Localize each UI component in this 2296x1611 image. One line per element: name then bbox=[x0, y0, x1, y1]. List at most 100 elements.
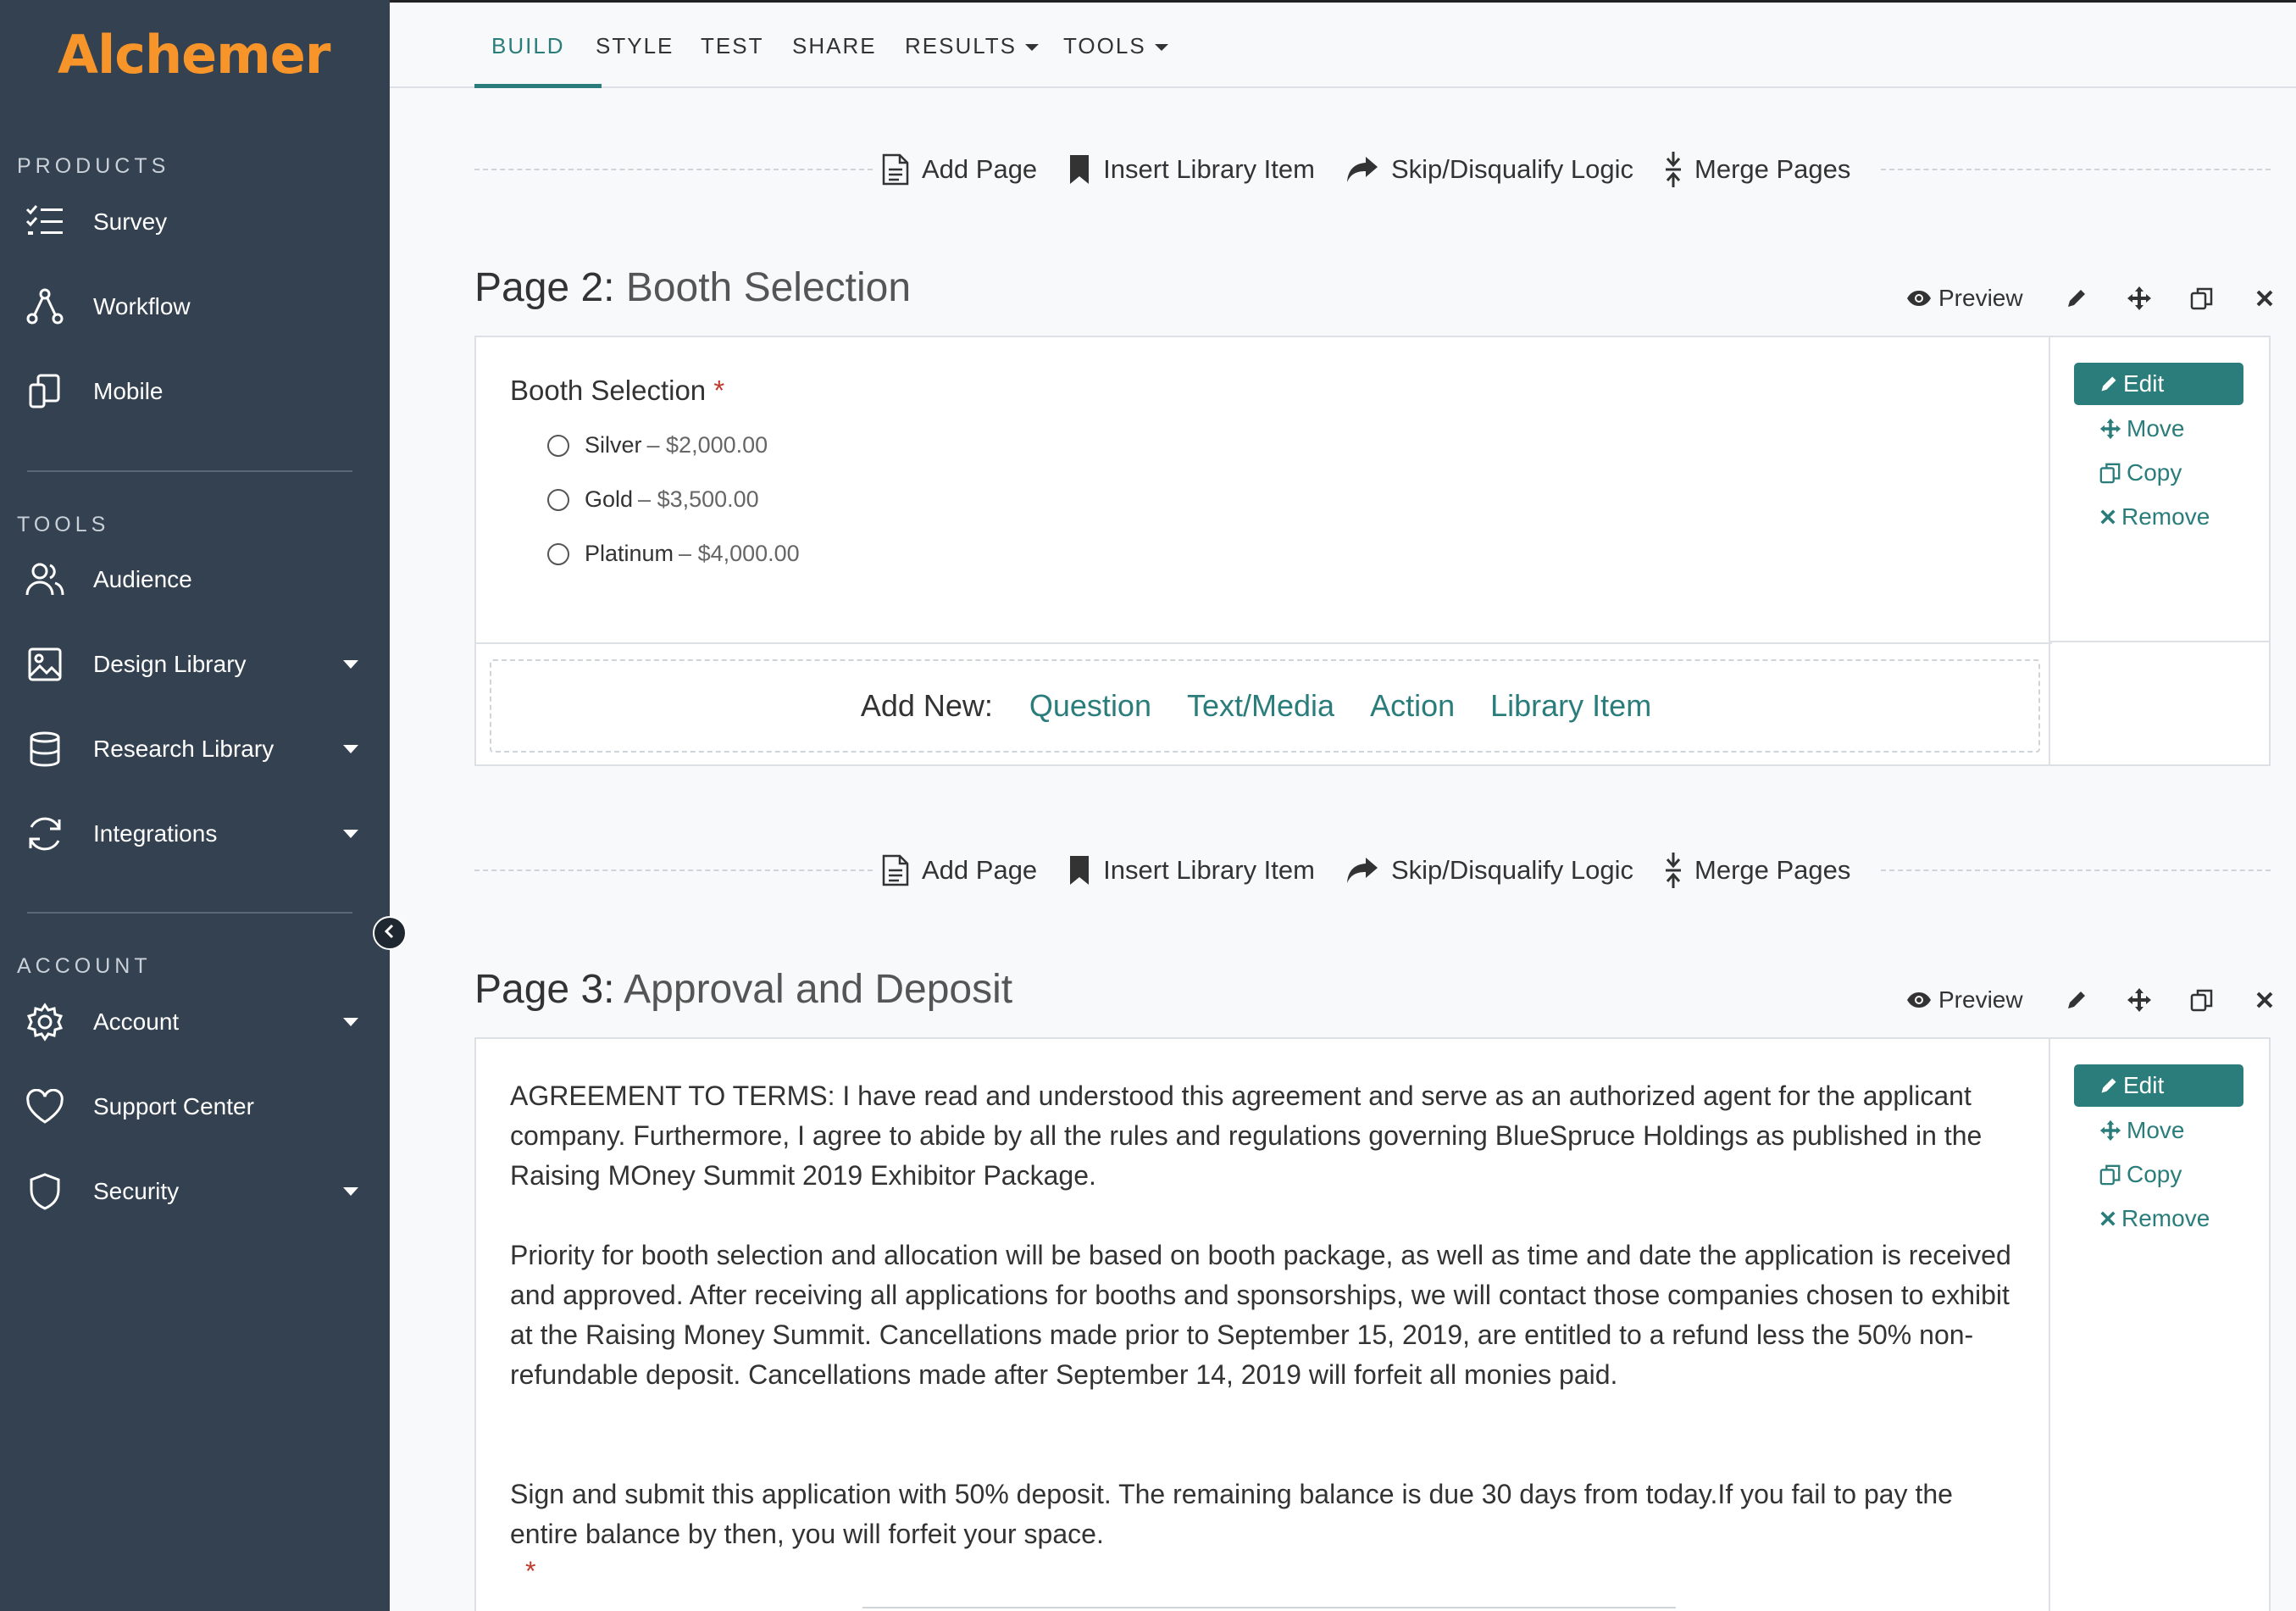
workflow-icon bbox=[24, 286, 66, 328]
skip-logic-button[interactable]: Skip/Disqualify Logic bbox=[1345, 154, 1633, 185]
tab-test[interactable]: TEST bbox=[701, 33, 763, 59]
page-name[interactable]: Booth Selection bbox=[626, 265, 911, 310]
radio-button[interactable] bbox=[547, 434, 569, 457]
option-price: – $4,000.00 bbox=[679, 541, 800, 566]
copy-icon[interactable] bbox=[2189, 987, 2215, 1013]
sidebar-item-mobile[interactable]: Mobile bbox=[0, 358, 373, 425]
shield-icon bbox=[24, 1170, 66, 1213]
section-label-tools: TOOLS bbox=[17, 513, 110, 536]
priority-paragraph: Priority for booth selection and allocat… bbox=[510, 1240, 2011, 1390]
radio-option-silver[interactable]: Silver – $2,000.00 bbox=[547, 432, 768, 458]
radio-button[interactable] bbox=[547, 488, 569, 511]
skip-logic-label: Skip/Disqualify Logic bbox=[1390, 855, 1634, 885]
sidebar-item-research-library[interactable]: Research Library bbox=[0, 715, 373, 783]
tab-tools[interactable]: TOOLS bbox=[1063, 33, 1168, 59]
edit-button[interactable]: Edit bbox=[2074, 363, 2243, 405]
text-card: AGREEMENT TO TERMS: I have read and unde… bbox=[474, 1037, 2271, 1611]
add-question-link[interactable]: Question bbox=[1029, 688, 1151, 724]
remove-button[interactable]: Remove bbox=[2099, 1205, 2210, 1232]
sidebar-divider bbox=[27, 912, 352, 914]
chevron-down-icon[interactable] bbox=[343, 660, 358, 669]
page-icon bbox=[882, 854, 909, 886]
move-icon[interactable] bbox=[2127, 286, 2152, 311]
chevron-down-icon[interactable] bbox=[343, 830, 358, 838]
merge-pages-label: Merge Pages bbox=[1694, 855, 1851, 885]
sidebar-item-support-center[interactable]: Support Center bbox=[0, 1073, 373, 1141]
remove-button[interactable]: Remove bbox=[2099, 503, 2210, 531]
add-new-bar: Add New: Question Text/Media Action Libr… bbox=[490, 659, 2040, 753]
tab-build[interactable]: BUILD bbox=[491, 33, 565, 59]
copy-button[interactable]: Copy bbox=[2099, 1161, 2182, 1188]
sidebar-item-audience[interactable]: Audience bbox=[0, 546, 373, 614]
close-icon[interactable] bbox=[2252, 286, 2277, 311]
page-title: Page 2: Booth Selection bbox=[474, 264, 911, 311]
pencil-icon bbox=[2101, 376, 2116, 392]
move-button[interactable]: Move bbox=[2099, 1117, 2184, 1144]
move-label: Move bbox=[2127, 1117, 2185, 1143]
collapse-sidebar-button[interactable] bbox=[373, 916, 407, 950]
tab-results[interactable]: RESULTS bbox=[905, 33, 1039, 59]
chevron-down-icon[interactable] bbox=[343, 745, 358, 753]
sidebar-item-security[interactable]: Security bbox=[0, 1158, 373, 1225]
remove-label: Remove bbox=[2121, 503, 2210, 530]
chevron-down-icon[interactable] bbox=[343, 1018, 358, 1026]
radio-option-platinum[interactable]: Platinum – $4,000.00 bbox=[547, 541, 800, 567]
add-library-item-link[interactable]: Library Item bbox=[1490, 688, 1651, 724]
option-label: Platinum bbox=[585, 541, 674, 566]
top-navigation: BUILD STYLE TEST SHARE RESULTS TOOLS bbox=[390, 0, 2296, 88]
tab-style[interactable]: STYLE bbox=[596, 33, 674, 59]
copy-button[interactable]: Copy bbox=[2099, 459, 2182, 486]
pencil-icon[interactable] bbox=[2064, 286, 2089, 311]
edit-label: Edit bbox=[2123, 370, 2165, 397]
move-button[interactable]: Move bbox=[2099, 415, 2184, 442]
sidebar-item-account[interactable]: Account bbox=[0, 988, 373, 1056]
move-icon bbox=[2099, 418, 2121, 440]
sidebar-item-label: Mobile bbox=[93, 378, 164, 404]
sidebar-item-label: Security bbox=[93, 1178, 180, 1204]
insert-library-item-button[interactable]: Insert Library Item bbox=[1068, 153, 1315, 186]
insert-library-item-label: Insert Library Item bbox=[1103, 154, 1315, 184]
sidebar-item-label: Survey bbox=[93, 208, 168, 235]
copy-icon[interactable] bbox=[2189, 286, 2215, 311]
preview-button[interactable]: Preview bbox=[1906, 285, 2023, 312]
add-page-button[interactable]: Add Page bbox=[881, 853, 1037, 887]
merge-pages-button[interactable]: Merge Pages bbox=[1664, 150, 1850, 189]
pencil-icon[interactable] bbox=[2064, 987, 2089, 1013]
radio-button[interactable] bbox=[547, 542, 569, 565]
agreement-paragraph: AGREEMENT TO TERMS: I have read and unde… bbox=[510, 1080, 1983, 1191]
question-actions: Edit Move Copy Remove bbox=[2049, 1039, 2269, 1611]
page-name[interactable]: Approval and Deposit bbox=[624, 967, 1012, 1012]
merge-pages-button[interactable]: Merge Pages bbox=[1664, 851, 1850, 890]
remove-label: Remove bbox=[2121, 1205, 2210, 1231]
skip-logic-button[interactable]: Skip/Disqualify Logic bbox=[1345, 855, 1633, 886]
insert-library-item-button[interactable]: Insert Library Item bbox=[1068, 854, 1315, 886]
preview-button[interactable]: Preview bbox=[1906, 986, 2023, 1014]
page-action-bar: Add Page Insert Library Item Skip/Disqua… bbox=[474, 845, 2271, 896]
move-icon[interactable] bbox=[2127, 987, 2152, 1013]
sidebar-item-integrations[interactable]: Integrations bbox=[0, 800, 373, 868]
preview-label: Preview bbox=[1938, 986, 2023, 1013]
option-price: – $2,000.00 bbox=[646, 432, 768, 458]
add-page-button[interactable]: Add Page bbox=[881, 153, 1037, 186]
sidebar-item-survey[interactable]: Survey bbox=[0, 188, 373, 256]
add-new-side-column bbox=[2049, 642, 2269, 766]
survey-list-icon bbox=[24, 201, 66, 243]
dashed-divider bbox=[474, 869, 873, 871]
sidebar-divider bbox=[27, 470, 352, 472]
bookmark-icon bbox=[1070, 155, 1090, 184]
insert-library-item-label: Insert Library Item bbox=[1103, 855, 1315, 885]
close-icon[interactable] bbox=[2252, 987, 2277, 1013]
question-title[interactable]: Booth Selection * bbox=[510, 375, 724, 407]
alchemer-logo[interactable]: Alchemer bbox=[58, 24, 330, 86]
share-arrow-icon bbox=[1346, 157, 1378, 182]
add-action-link[interactable]: Action bbox=[1370, 688, 1455, 724]
sidebar-item-design-library[interactable]: Design Library bbox=[0, 631, 373, 698]
add-text-media-link[interactable]: Text/Media bbox=[1187, 688, 1334, 724]
chevron-down-icon[interactable] bbox=[343, 1187, 358, 1196]
sidebar-item-label: Account bbox=[93, 1008, 180, 1035]
sidebar-item-workflow[interactable]: Workflow bbox=[0, 273, 373, 341]
edit-button[interactable]: Edit bbox=[2074, 1064, 2243, 1107]
tab-share[interactable]: SHARE bbox=[792, 33, 877, 59]
radio-option-gold[interactable]: Gold – $3,500.00 bbox=[547, 486, 759, 513]
question-card: Booth Selection * Silver – $2,000.00 Gol… bbox=[474, 336, 2271, 766]
